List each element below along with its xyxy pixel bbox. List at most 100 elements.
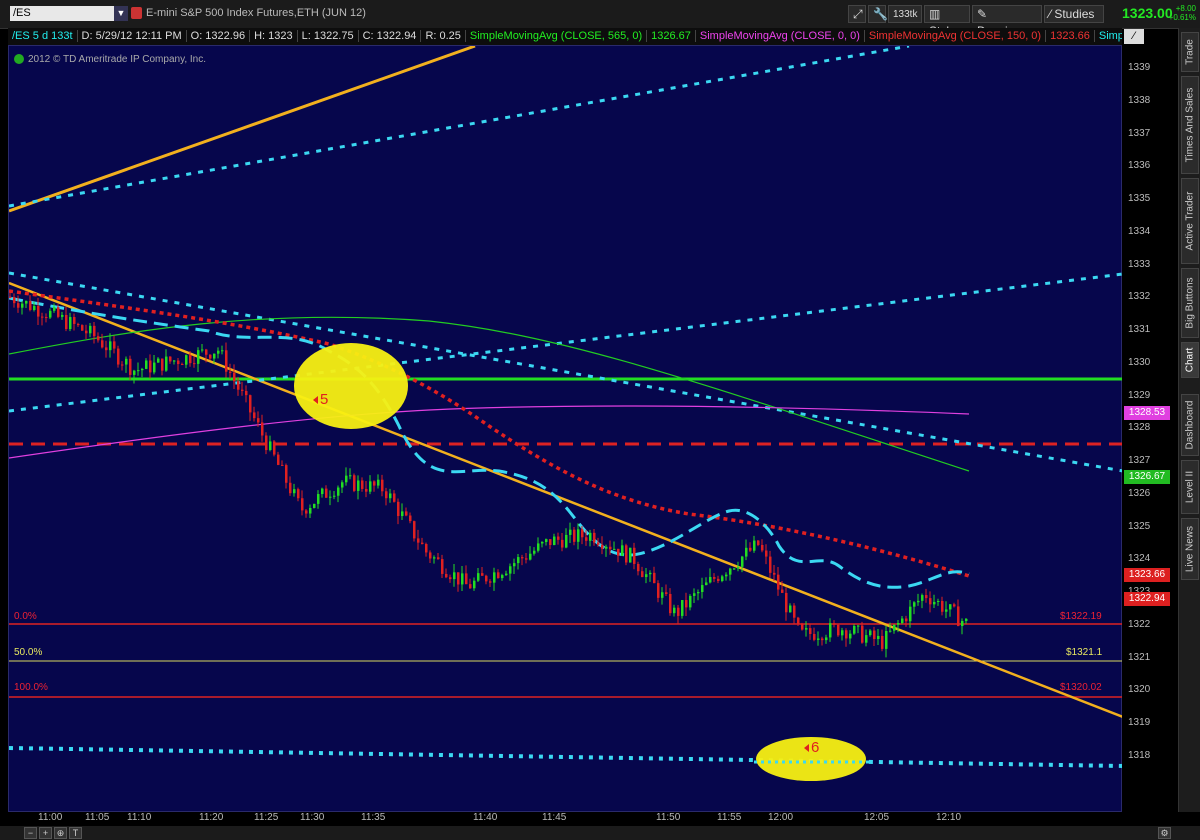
study3-label[interactable]: SimpleMovingAvg (CLOSE, 150, 0) bbox=[864, 30, 1047, 42]
tab-chart[interactable]: Chart bbox=[1181, 342, 1199, 378]
zoom-out-icon[interactable]: − bbox=[24, 827, 37, 839]
tab-trade[interactable]: Trade bbox=[1181, 32, 1199, 72]
candle-body bbox=[665, 592, 668, 594]
candle-body bbox=[893, 624, 896, 631]
candle-body bbox=[753, 540, 756, 551]
candle-body bbox=[885, 630, 888, 649]
wrench-icon[interactable]: 🔧 bbox=[868, 5, 888, 23]
candle-body bbox=[697, 592, 700, 594]
time-axis[interactable]: 11:00 11:05 11:10 11:20 11:25 11:30 11:35 11:40… bbox=[8, 812, 1122, 826]
candle-body bbox=[589, 532, 592, 541]
candle-body bbox=[9, 297, 12, 299]
candle-body bbox=[229, 371, 232, 373]
tab-dashboard[interactable]: Dashboard bbox=[1181, 394, 1199, 456]
time-tick: 11:05 bbox=[85, 812, 110, 823]
candle-body bbox=[909, 606, 912, 622]
copyright-text: 2012 © TD Ameritrade IP Company, Inc. bbox=[28, 54, 207, 65]
zoom-fit-icon[interactable]: ⊕ bbox=[54, 827, 67, 839]
zoom-in-icon[interactable]: + bbox=[39, 827, 52, 839]
price-tick: 1339 bbox=[1128, 62, 1151, 73]
candle-body bbox=[265, 435, 268, 451]
candle-body bbox=[353, 475, 356, 491]
candle-body bbox=[505, 573, 508, 576]
symbol-input[interactable]: /ES bbox=[10, 6, 114, 21]
candle-body bbox=[613, 548, 616, 550]
study1-label[interactable]: SimpleMovingAvg (CLOSE, 565, 0) bbox=[465, 30, 648, 42]
candle-body bbox=[841, 630, 844, 636]
candle-body bbox=[89, 325, 92, 334]
info-icon[interactable] bbox=[14, 54, 24, 65]
candle-body bbox=[165, 356, 168, 371]
price-tick: 1329 bbox=[1128, 389, 1151, 401]
aggregation-button[interactable]: 133tk bbox=[888, 5, 922, 23]
candle-body bbox=[57, 307, 60, 317]
candle-body bbox=[889, 630, 892, 632]
text-tool-icon[interactable]: T bbox=[69, 827, 82, 839]
chart-area[interactable]: 5 6 bbox=[8, 44, 1124, 813]
price-chart[interactable]: 5 6 bbox=[8, 44, 1124, 813]
candle-body bbox=[625, 545, 628, 563]
candle-body bbox=[869, 630, 872, 636]
candle-body bbox=[953, 604, 956, 607]
fib-100-value: $1320.02 bbox=[1060, 682, 1102, 693]
candle-body bbox=[569, 529, 572, 535]
header-high: H: 1323 bbox=[250, 30, 298, 42]
candle-body bbox=[157, 358, 160, 363]
symbol-dropdown-icon[interactable]: ▼ bbox=[114, 6, 128, 21]
candle-body bbox=[85, 330, 88, 334]
candle-body bbox=[213, 353, 216, 359]
crosshair-icon[interactable]: ⤢ bbox=[848, 5, 866, 23]
sma-magenta-price-label: 1328.53 bbox=[1124, 406, 1170, 420]
candle-body bbox=[453, 572, 456, 580]
drawings-button[interactable]: ✎ Drawings bbox=[972, 5, 1042, 38]
tab-big-buttons[interactable]: Big Buttons bbox=[1181, 268, 1199, 338]
study4-label[interactable]: SimpleMovin... bbox=[1094, 30, 1122, 42]
candle-body bbox=[21, 303, 24, 308]
candle-body bbox=[341, 482, 344, 488]
tab-active-trader[interactable]: Active Trader bbox=[1181, 178, 1199, 264]
tab-times-label: Times And Sales bbox=[1184, 87, 1196, 163]
candle-body bbox=[269, 441, 272, 451]
time-tick: 12:10 bbox=[936, 812, 962, 823]
candle-body bbox=[961, 620, 964, 627]
candle-body bbox=[549, 539, 552, 546]
candle-body bbox=[345, 475, 348, 483]
candle-body bbox=[449, 577, 452, 580]
chart-settings-icon[interactable]: ⚙ bbox=[1158, 827, 1171, 839]
candle-body bbox=[645, 574, 648, 578]
candle-body bbox=[649, 572, 652, 575]
candle-body bbox=[377, 479, 380, 486]
candle-body bbox=[617, 548, 620, 556]
symbol-type-icon[interactable] bbox=[131, 7, 142, 19]
candle-body bbox=[205, 349, 208, 355]
cyan-channel-rising bbox=[8, 272, 1124, 413]
time-tick: 12:00 bbox=[768, 812, 794, 823]
price-axis[interactable]: 1339 1338 1337 1336 1335 1334 1333 1332 1331 1330… bbox=[1122, 45, 1178, 812]
candle-body bbox=[357, 480, 360, 491]
time-tick: 11:45 bbox=[542, 812, 567, 823]
chart-expand-icon[interactable]: ⁄ bbox=[1124, 29, 1144, 44]
candle-body bbox=[461, 573, 464, 585]
candle-body bbox=[773, 572, 776, 575]
studies-button[interactable]: ⁄ Studies bbox=[1044, 5, 1104, 23]
candle-body bbox=[829, 623, 832, 638]
candle-body bbox=[145, 360, 148, 369]
candle-body bbox=[849, 633, 852, 639]
candle-body bbox=[113, 341, 116, 349]
tab-level-ii[interactable]: Level II bbox=[1181, 460, 1199, 514]
style-button[interactable]: ▥ Style bbox=[924, 5, 970, 38]
candle-body bbox=[489, 581, 492, 583]
candle-body bbox=[361, 480, 364, 489]
candle-body bbox=[121, 364, 124, 366]
candle-body bbox=[181, 364, 184, 366]
sma-150-line bbox=[8, 289, 970, 578]
price-tick: 1322 bbox=[1128, 618, 1151, 630]
price-tick: 1326 bbox=[1128, 487, 1151, 499]
tab-times-and-sales[interactable]: Times And Sales bbox=[1181, 76, 1199, 174]
candle-body bbox=[925, 595, 928, 599]
tab-live-news[interactable]: Live News bbox=[1181, 518, 1199, 580]
time-tick: 11:00 bbox=[38, 812, 63, 823]
candle-body bbox=[493, 572, 496, 583]
tab-trade-label: Trade bbox=[1184, 39, 1196, 65]
study2-label[interactable]: SimpleMovingAvg (CLOSE, 0, 0) bbox=[695, 30, 865, 42]
